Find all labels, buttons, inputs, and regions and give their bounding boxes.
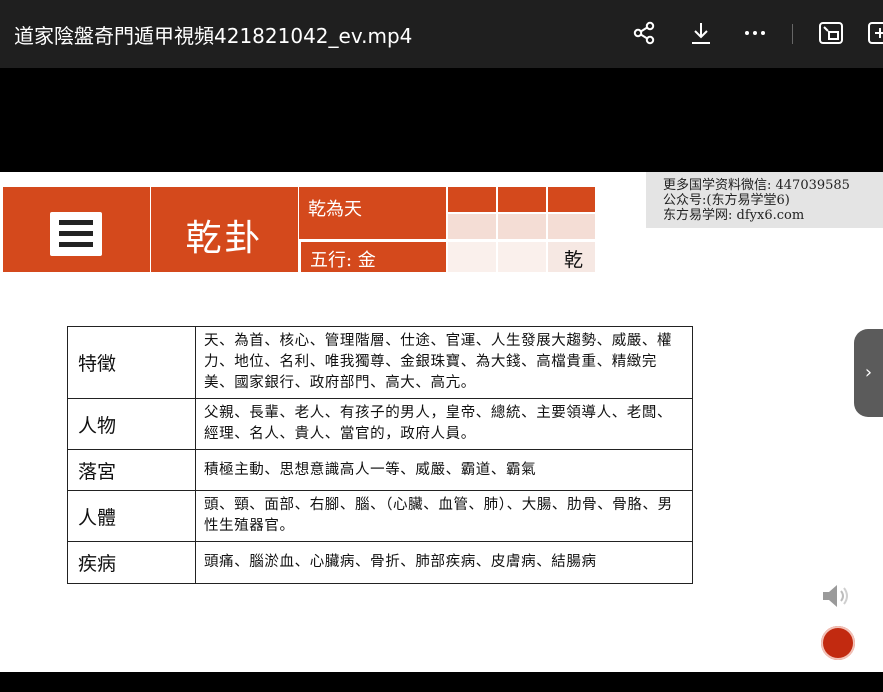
header-cell: [548, 187, 595, 212]
watermark-line: 东方易学网: dfyx6.com: [663, 208, 805, 223]
toolbar-divider: [792, 24, 793, 44]
hamburger-menu-icon[interactable]: [50, 212, 102, 256]
next-slide-chevron-icon[interactable]: ›: [854, 329, 883, 417]
watermark-line: 更多国学资料微信: 447039585: [663, 178, 850, 193]
gua-name-block: 乾為天: [299, 187, 446, 239]
header-cell: [498, 187, 546, 212]
menu-block[interactable]: [3, 187, 150, 272]
watermark-line: 公众号:(东方易学堂6): [663, 193, 790, 208]
light-cell: [498, 242, 546, 272]
picture-in-picture-icon[interactable]: [816, 18, 846, 48]
watermark: 更多国学资料微信: 447039585 公众号:(东方易学堂6) 东方易学网: …: [646, 172, 883, 228]
row-key: 疾病: [67, 541, 196, 584]
video-frame[interactable]: 乾卦 乾為天 五行: 金 乾 更多国学资料微信: 447039585 公众号:(…: [0, 172, 883, 672]
light-cell: [548, 214, 595, 239]
row-value: 頭痛、腦淤血、心臟病、骨折、肺部疾病、皮膚病、結腸病: [195, 541, 693, 584]
row-value: 父親、長輩、老人、有孩子的男人，皇帝、總統、主要領導人、老闆、經理、名人、貴人、…: [195, 398, 693, 450]
row-key: 人體: [67, 490, 196, 542]
row-value: 頭、頸、面部、右腳、腦、（心臟、血管、肺）、大腸、肋骨、骨胳、男性生殖器官。: [195, 490, 693, 542]
record-button[interactable]: [821, 626, 855, 660]
download-icon[interactable]: [686, 18, 716, 48]
row-value: 積極主動、思想意識高人一等、威嚴、霸道、霸氣: [195, 449, 693, 491]
row-value: 天、為首、核心、管理階層、仕途、官運、人生發展大趨勢、威嚴、權力、地位、名利、唯…: [195, 326, 693, 399]
header-cell: [448, 187, 496, 212]
title-bar: 道家陰盤奇門遁甲視頻421821042_ev.mp4: [0, 0, 883, 68]
gua-title-block: 乾卦: [151, 187, 298, 272]
more-icon[interactable]: [740, 18, 770, 48]
gua-small-label: 乾: [563, 249, 583, 271]
table-row: 人物 父親、長輩、老人、有孩子的男人，皇帝、總統、主要領導人、老闆、經理、名人、…: [67, 398, 693, 450]
light-cell: [448, 214, 496, 239]
wuxing-block: 五行: 金: [301, 242, 446, 272]
window-title: 道家陰盤奇門遁甲視頻421821042_ev.mp4: [14, 24, 413, 48]
player-controls-bar: [0, 672, 883, 692]
row-key: 落宮: [67, 449, 196, 491]
share-icon[interactable]: [629, 18, 659, 48]
light-cell: [448, 242, 496, 272]
table-row: 落宮 積極主動、思想意識高人一等、威嚴、霸道、霸氣: [67, 449, 693, 491]
table-row: 疾病 頭痛、腦淤血、心臟病、骨折、肺部疾病、皮膚病、結腸病: [67, 541, 693, 584]
light-cell: [498, 214, 546, 239]
add-icon[interactable]: [864, 18, 883, 48]
wuxing-label: 五行: 金: [310, 250, 376, 271]
table-row: 人體 頭、頸、面部、右腳、腦、（心臟、血管、肺）、大腸、肋骨、骨胳、男性生殖器官…: [67, 490, 693, 542]
row-key: 特徵: [67, 326, 196, 399]
gua-title: 乾卦: [185, 218, 264, 259]
table-row: 特徵 天、為首、核心、管理階層、仕途、官運、人生發展大趨勢、威嚴、權力、地位、名…: [67, 326, 693, 399]
attribute-table: 特徵 天、為首、核心、管理階層、仕途、官運、人生發展大趨勢、威嚴、權力、地位、名…: [67, 326, 693, 584]
speaker-icon[interactable]: [820, 582, 854, 610]
row-key: 人物: [67, 398, 196, 450]
gua-name: 乾為天: [308, 199, 362, 220]
gua-small-cell: 乾: [548, 242, 595, 272]
